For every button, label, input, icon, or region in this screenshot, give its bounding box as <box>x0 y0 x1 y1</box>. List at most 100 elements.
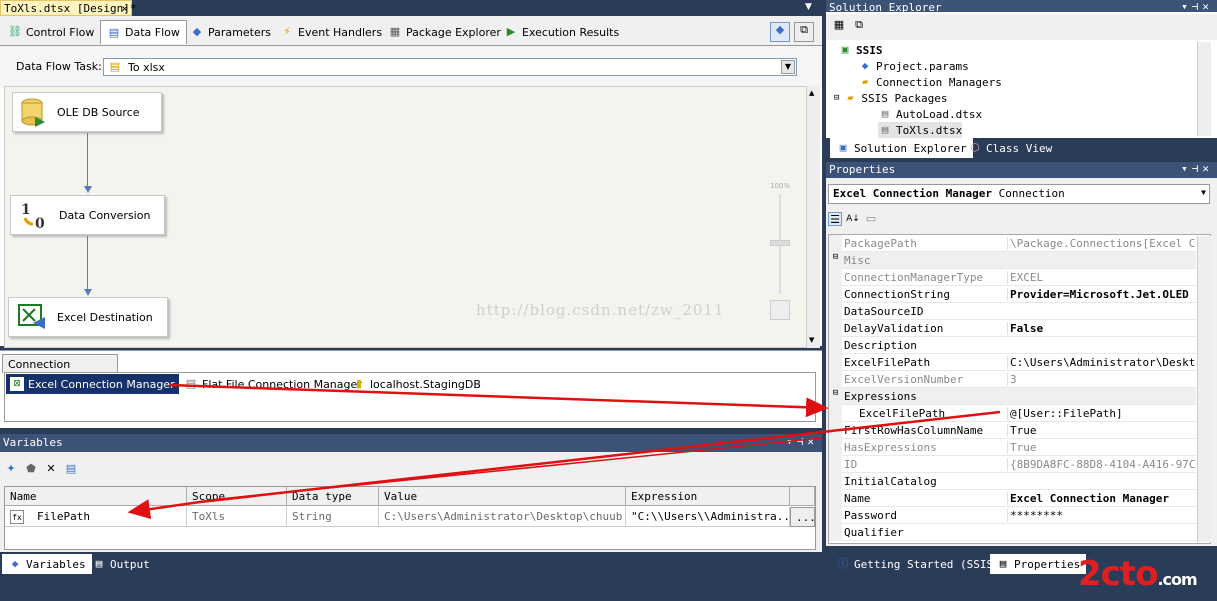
property-row[interactable]: HasExpressions True <box>829 439 1196 456</box>
scroll-down-icon[interactable]: ▼ <box>809 336 814 344</box>
property-value[interactable]: 3 <box>1007 373 1195 386</box>
property-value[interactable]: \Package.Connections[Excel Conne <box>1007 237 1195 250</box>
property-value[interactable]: @[User::FilePath] <box>1007 407 1195 420</box>
tab-control-flow[interactable]: ⛓ Control Flow <box>2 20 100 44</box>
property-row[interactable]: ExcelFilePath C:\Users\Administrator\Desk… <box>829 354 1196 371</box>
zoom-to-fit-icon[interactable]: ⧉ <box>794 22 814 42</box>
tree-item-ssis[interactable]: ▣ SSIS <box>838 42 883 58</box>
scroll-up-icon[interactable]: ▲ <box>809 89 814 97</box>
alphabetical-icon[interactable]: A↓ <box>846 212 860 226</box>
property-name: Expressions <box>844 390 917 403</box>
move-variable-icon[interactable]: ⬟ <box>24 462 38 476</box>
tree-item-autoload[interactable]: ▤ AutoLoad.dtsx <box>878 106 982 122</box>
add-variable-icon[interactable]: ✦ <box>4 462 18 476</box>
panel-buttons[interactable]: ▾⊣✕ <box>1181 162 1213 175</box>
data-conversion-node[interactable]: 10 Data Conversion <box>10 195 165 235</box>
column-header-expression[interactable]: Expression <box>626 487 790 506</box>
tab-properties[interactable]: ▤ Properties <box>990 554 1087 574</box>
collapse-icon[interactable]: ⊟ <box>829 388 842 405</box>
grid-options-icon[interactable]: ▤ <box>64 462 78 476</box>
property-value[interactable]: False <box>1007 322 1195 335</box>
property-row[interactable]: Description <box>829 337 1196 354</box>
tab-parameters[interactable]: ◆ Parameters <box>184 20 277 44</box>
tab-class-view[interactable]: ⬡ Class View <box>962 138 1058 158</box>
tab-getting-started[interactable]: ⓘ Getting Started (SSIS) <box>830 554 1006 574</box>
tree-item-connection-managers[interactable]: ▰ Connection Managers <box>858 74 1002 90</box>
property-row[interactable]: ExcelFilePath @[User::FilePath] <box>829 405 1196 422</box>
property-value[interactable]: Excel Connection Manager <box>1007 492 1195 505</box>
property-row[interactable]: Password ******** <box>829 507 1196 524</box>
variables-header: Variables ▾⊣✕ <box>0 434 822 452</box>
tab-output[interactable]: ▤ Output <box>86 554 156 574</box>
categorized-icon[interactable]: ☰ <box>828 212 842 226</box>
properties-object-select[interactable]: Excel Connection Manager Connection ▼ <box>828 184 1210 204</box>
data-flow-task-select[interactable]: ▤ To xlsx ▼ <box>103 58 797 76</box>
close-tab-icon[interactable]: × <box>121 2 128 15</box>
variable-type-cell[interactable]: String <box>287 507 379 527</box>
property-pages-icon[interactable]: ▭ <box>864 212 878 226</box>
tab-data-flow[interactable]: ▤ Data Flow <box>100 20 187 44</box>
output-icon: ▤ <box>95 557 103 570</box>
column-header-scope[interactable]: Scope <box>187 487 287 506</box>
property-row[interactable]: PackagePath \Package.Connections[Excel Co… <box>829 235 1196 252</box>
dropdown-arrow-icon[interactable]: ▼ <box>805 2 812 12</box>
properties-scrollbar[interactable] <box>1197 236 1211 542</box>
expression-builder-button[interactable]: ... <box>790 507 815 527</box>
connection-item-excel[interactable]: ⊠ Excel Connection Manager <box>6 374 179 394</box>
property-value[interactable]: C:\Users\Administrator\Desktop\c <box>1007 356 1195 369</box>
tab-package-explorer[interactable]: ▦ Package Explorer <box>382 20 507 44</box>
property-name: ID <box>844 458 858 471</box>
excel-destination-node[interactable]: Excel Destination <box>8 297 168 337</box>
connection-item-staging-db[interactable]: ▮ localhost.StagingDB <box>348 374 485 394</box>
tab-event-handlers[interactable]: ⚡ Event Handlers <box>274 20 388 44</box>
property-row[interactable]: DelayValidation False <box>829 320 1196 337</box>
tree-item-toxls[interactable]: ▤ ToXls.dtsx <box>878 122 963 138</box>
column-header-name[interactable]: Name <box>5 487 187 506</box>
canvas-scrollbar[interactable]: ▲ ▼ <box>806 86 820 348</box>
column-header-value[interactable]: Value <box>379 487 626 506</box>
property-row[interactable]: ConnectionManagerType EXCEL <box>829 269 1196 286</box>
property-row[interactable]: ⊟ Misc <box>829 252 1196 269</box>
show-all-files-icon[interactable]: ⧉ <box>852 18 866 32</box>
chevron-down-icon[interactable]: ▼ <box>781 60 795 74</box>
variable-expression-cell[interactable]: "C:\\Users\\Administra... <box>626 507 790 527</box>
panel-buttons[interactable]: ▾⊣✕ <box>786 435 818 448</box>
property-row[interactable]: DataSourceID <box>829 303 1196 320</box>
document-tab[interactable]: ToXls.dtsx [Design]* × <box>0 0 136 16</box>
property-value[interactable]: EXCEL <box>1007 271 1195 284</box>
tab-variables[interactable]: ◆ Variables <box>2 554 92 574</box>
property-value[interactable]: True <box>1007 441 1195 454</box>
tree-item-ssis-packages[interactable]: ⊟ ▰ SSIS Packages <box>834 90 948 106</box>
zoom-thumb[interactable] <box>770 240 790 246</box>
property-value[interactable]: {8B9DA8FC-88D8-4104-A416-97C26E0 <box>1007 458 1195 471</box>
zoom-slider[interactable]: 100% <box>768 182 792 320</box>
property-row[interactable]: FirstRowHasColumnName True <box>829 422 1196 439</box>
property-row[interactable]: ConnectionString Provider=Microsoft.Jet.O… <box>829 286 1196 303</box>
solution-explorer-scrollbar[interactable] <box>1197 42 1211 136</box>
property-row[interactable]: ⊟ Expressions <box>829 388 1196 405</box>
properties-icon[interactable]: ▦ <box>832 18 846 32</box>
property-value[interactable]: ******** <box>1007 509 1195 522</box>
variable-name-cell[interactable]: fx FilePath <box>5 507 187 527</box>
property-row[interactable]: ID {8B9DA8FC-88D8-4104-A416-97C26E0 <box>829 456 1196 473</box>
column-header-data-type[interactable]: Data type <box>287 487 379 506</box>
ole-db-source-node[interactable]: OLE DB Source <box>12 92 162 132</box>
tab-solution-explorer[interactable]: ▣ Solution Explorer <box>830 138 973 158</box>
connection-item-flat-file[interactable]: ▤ Flat File Connection Manager <box>180 374 366 394</box>
variable-value-cell[interactable]: C:\Users\Administrator\Desktop\chuub... <box>379 507 626 527</box>
property-value[interactable]: Provider=Microsoft.Jet.OLED <box>1007 288 1195 301</box>
tab-execution-results[interactable]: ▶ Execution Results <box>498 20 625 44</box>
property-row[interactable]: InitialCatalog <box>829 473 1196 490</box>
property-row[interactable]: Qualifier <box>829 524 1196 541</box>
property-value[interactable]: True <box>1007 424 1195 437</box>
zoom-fit-icon[interactable] <box>770 300 790 320</box>
collapse-icon[interactable]: ⊟ <box>834 93 839 103</box>
tab-connection-managers[interactable]: Connection Managers <box>2 354 118 384</box>
chevron-down-icon[interactable]: ▼ <box>1201 188 1206 197</box>
properties-toggle-icon[interactable]: ◆ <box>770 22 790 42</box>
delete-variable-icon[interactable]: ✕ <box>44 462 58 476</box>
collapse-icon[interactable]: ⊟ <box>829 252 842 269</box>
property-row[interactable]: ExcelVersionNumber 3 <box>829 371 1196 388</box>
tree-item-project-params[interactable]: ◆ Project.params <box>858 58 969 74</box>
property-row[interactable]: Name Excel Connection Manager <box>829 490 1196 507</box>
